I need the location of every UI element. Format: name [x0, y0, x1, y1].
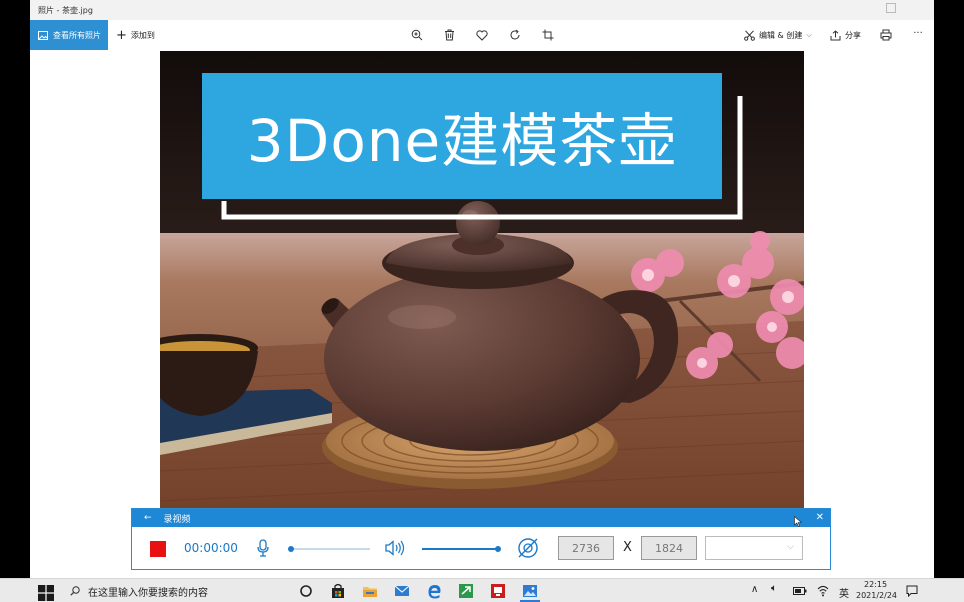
add-to-button[interactable]: + 添加到	[116, 20, 155, 50]
search-icon	[70, 586, 80, 596]
plus-icon: +	[116, 27, 127, 43]
video-recorder-panel: ← 录视频 ✕ 00:00:00 2736 X 1824 ⌵	[131, 508, 831, 570]
title-bar: 照片 - 茶壶.jpg	[30, 0, 934, 20]
scissors-icon	[744, 29, 755, 41]
windows-start-icon[interactable]	[38, 585, 54, 601]
edit-create-label: 编辑 & 创建	[759, 30, 803, 40]
banner-title: 3Done建模茶壶	[246, 107, 678, 175]
back-arrow-icon[interactable]: ←	[144, 513, 152, 523]
volume-icon[interactable]: 🔈︎	[771, 583, 777, 594]
microphone-volume-slider[interactable]	[288, 546, 370, 552]
search-placeholder: 在这里输入你要搜索的内容	[88, 587, 208, 599]
speaker-icon[interactable]	[385, 540, 405, 556]
favorite-heart-icon[interactable]	[475, 28, 489, 42]
notification-icon[interactable]	[906, 585, 918, 597]
recorder-title: 录视频	[163, 514, 191, 525]
microphone-icon[interactable]	[257, 539, 269, 557]
resolution-width-field[interactable]: 2736	[558, 536, 614, 560]
maximize-button[interactable]	[886, 3, 896, 13]
photo-icon	[38, 30, 48, 40]
share-icon	[830, 29, 841, 40]
add-to-label: 添加到	[130, 30, 155, 40]
chevron-down-icon: ⌵	[787, 542, 794, 552]
mouse-cursor-icon	[794, 516, 802, 527]
recorder-app-icon[interactable]	[490, 583, 506, 599]
file-explorer-icon[interactable]	[362, 583, 378, 599]
view-all-photos-button[interactable]: 查看所有照片	[30, 20, 108, 50]
photos-app-window: 照片 - 茶壶.jpg 查看所有照片 + 添加到 编辑 & 创建 ⌵ 分享 ··…	[30, 0, 934, 602]
mail-icon[interactable]	[394, 583, 410, 599]
battery-icon[interactable]	[793, 587, 807, 595]
recorder-controls: 00:00:00 2736 X 1824 ⌵	[132, 527, 830, 569]
network-icon[interactable]	[817, 585, 829, 597]
chevron-down-icon: ⌵	[806, 30, 812, 39]
rotate-icon[interactable]	[508, 28, 522, 42]
speaker-volume-slider[interactable]	[422, 546, 501, 552]
microphone-slider-thumb[interactable]	[288, 546, 294, 552]
edit-create-button[interactable]: 编辑 & 创建 ⌵	[744, 20, 812, 50]
photo-viewer: 3Done建模茶壶 ⤢	[30, 50, 934, 578]
clock-time[interactable]: 22:15	[864, 580, 887, 589]
record-stop-button[interactable]	[150, 541, 166, 557]
task-view-icon[interactable]	[298, 583, 314, 599]
recorder-title-bar: ← 录视频 ✕	[132, 509, 830, 527]
share-label: 分享	[845, 30, 861, 40]
teapot-photo: 3Done建模茶壶	[160, 51, 804, 509]
windows-taskbar: 在这里输入你要搜索的内容 ∧ 🔈︎ 英 22:15 2021/2/24	[0, 578, 964, 602]
input-method-label[interactable]: 英	[839, 585, 849, 600]
resolution-height-field[interactable]: 1824	[641, 536, 697, 560]
edge-browser-icon[interactable]	[426, 583, 442, 599]
print-icon[interactable]	[879, 28, 893, 42]
crop-icon[interactable]	[541, 28, 555, 42]
green-app-icon[interactable]	[458, 583, 474, 599]
toolbar: 查看所有照片 + 添加到 编辑 & 创建 ⌵ 分享 ···	[30, 20, 934, 50]
close-icon[interactable]: ✕	[816, 512, 824, 523]
delete-icon[interactable]	[442, 28, 456, 42]
window-title: 照片 - 茶壶.jpg	[38, 6, 93, 15]
photos-app-icon[interactable]	[522, 583, 538, 599]
zoom-in-icon[interactable]	[410, 28, 424, 42]
camera-off-icon[interactable]	[516, 536, 540, 560]
taskbar-search-box[interactable]: 在这里输入你要搜索的内容	[62, 580, 288, 602]
clock-date[interactable]: 2021/2/24	[856, 591, 897, 600]
resolution-preset-dropdown[interactable]: ⌵	[705, 536, 803, 560]
share-button[interactable]: 分享	[830, 20, 861, 50]
speaker-slider-thumb[interactable]	[495, 546, 501, 552]
store-icon[interactable]	[330, 583, 346, 599]
record-timer: 00:00:00	[184, 541, 238, 555]
view-all-photos-label: 查看所有照片	[53, 30, 101, 40]
resolution-times-label: X	[623, 540, 632, 555]
chevron-up-icon[interactable]: ∧	[751, 584, 758, 595]
more-options-button[interactable]: ···	[911, 26, 925, 40]
